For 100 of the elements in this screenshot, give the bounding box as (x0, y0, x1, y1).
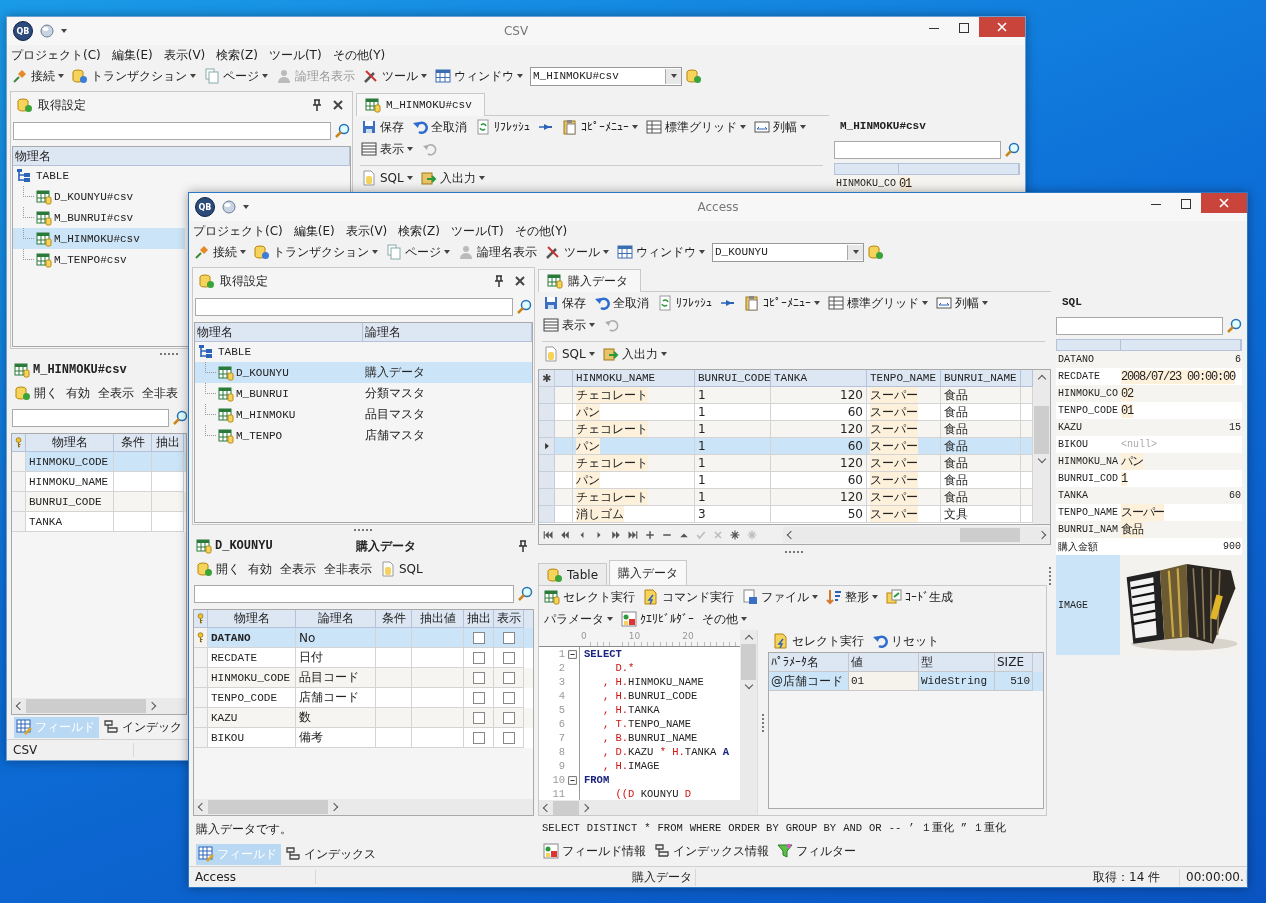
search-field[interactable] (834, 141, 1001, 159)
checkbox[interactable] (472, 711, 485, 724)
dropdown-button[interactable]: ツール (360, 65, 430, 87)
dropdown-button[interactable]: 列幅 (933, 292, 991, 314)
field-row[interactable]: TENPO_CODE 店舗コード (194, 688, 533, 708)
keyword-button[interactable]: AND (843, 822, 863, 834)
horizontal-scrollbar[interactable] (783, 526, 1050, 543)
property-row[interactable]: TENPO_CODE 01 (1056, 402, 1242, 419)
tree-node[interactable]: TABLE (36, 170, 69, 182)
dropdown-button[interactable]: 表示 (540, 314, 598, 336)
menu-item[interactable]: 表示(V) (163, 46, 206, 64)
tree-item[interactable]: M_BUNRUI#csv (13, 207, 185, 228)
checkbox[interactable] (472, 691, 485, 704)
dropdown-button[interactable]: ファイル (739, 586, 821, 608)
keyword-button[interactable]: -- (888, 822, 902, 834)
search-field[interactable] (195, 298, 513, 316)
editor-tab[interactable]: 購入データ (609, 560, 688, 585)
grid-row[interactable]: チェコレート 1 120 スーパー 食品 (539, 455, 1033, 472)
search-icon[interactable] (516, 299, 532, 315)
field-row[interactable]: BUNRUI_CODE (12, 492, 186, 512)
property-row[interactable]: BIKOU <null> (1056, 436, 1242, 453)
field-row[interactable]: KAZU 数 (194, 708, 533, 728)
window-combo[interactable]: D_KOUNYU (712, 242, 864, 262)
dropdown-button[interactable]: 入出力 (417, 167, 488, 189)
menu-item[interactable]: 編集(E) (293, 222, 335, 240)
horizontal-scrollbar[interactable] (12, 698, 186, 714)
document-tab[interactable]: 購入データ (538, 269, 641, 292)
toolbar-button[interactable]: ﾘﾌﾚｯｼｭ (472, 116, 533, 138)
toolbar-button[interactable]: フィールド情報 (540, 840, 649, 862)
property-row[interactable]: RECDATE 2008/07/23 00:00:00 (1056, 368, 1242, 385)
dropdown-button[interactable]: パラメータ (541, 608, 616, 630)
grid-row[interactable]: パン 1 60 スーパー 食品 (539, 472, 1033, 489)
vertical-scrollbar[interactable] (1033, 370, 1050, 524)
field-row[interactable]: BIKOU 備考 (194, 728, 533, 748)
code-editor[interactable]: 0 10 20 1 SELECT 2 D.* 3 , H.HINMOKU_NAME 4 , H.BUNRUI_CODE 5 , H.TANKA 6 , T.TENPO_NAME 7 , B.BUNRUI_NAME 8 , D.KAZU * H.TANKA A 9 , H.IMAGE 10 FROM 11 ((D KOUNYU D (539, 630, 758, 815)
menu-item[interactable]: プロジェクト(C) (11, 46, 101, 64)
grid-row[interactable]: チェコレート 1 120 スーパー 食品 (539, 387, 1033, 404)
checkbox[interactable] (472, 671, 485, 684)
dropdown-button[interactable]: 標準グリッド (643, 116, 749, 138)
toolbar-button[interactable]: 全非表 (139, 382, 181, 404)
property-row[interactable]: 購入金額 900 (1056, 538, 1242, 555)
tree-item[interactable]: M_BUNRUI 分類マスタ (195, 383, 532, 404)
dropdown-button[interactable]: ページ (201, 65, 271, 87)
toolbar-button[interactable]: ﾘﾌﾚｯｼｭ (654, 292, 715, 314)
menu-item[interactable]: 検索(Z) (398, 222, 440, 240)
dropdown-button[interactable]: 接続 (9, 65, 67, 87)
search-icon[interactable] (1226, 318, 1242, 334)
toolbar-button[interactable]: 全取消 (409, 116, 470, 138)
grid-row[interactable]: チェコレート 1 120 スーパー 食品 (539, 489, 1033, 506)
row-header[interactable] (539, 438, 555, 455)
dropdown-button[interactable]: SQL (540, 343, 598, 365)
dropdown-button[interactable]: ウィンドウ (614, 241, 708, 263)
toolbar-button[interactable]: インデックス情報 (651, 840, 772, 862)
toolbar-button[interactable]: ｸｴﾘﾋﾞﾙﾀﾞｰ (618, 608, 697, 630)
app-logo[interactable]: QB (13, 21, 33, 41)
checkbox[interactable] (502, 651, 515, 664)
toolbar-button[interactable]: 全取消 (591, 292, 652, 314)
menu-item[interactable]: ツール(T) (450, 222, 504, 240)
dropdown-button[interactable]: トランザクション (69, 65, 199, 87)
search-icon[interactable] (1004, 142, 1020, 158)
keyword-button[interactable]: DISTINCT (586, 822, 638, 834)
toolbar-button[interactable]: 全表示 (95, 382, 137, 404)
dropdown-button[interactable]: SQL (358, 167, 416, 189)
toolbar-button[interactable]: 論理名表示 (455, 241, 540, 263)
field-row[interactable]: TANKA (12, 512, 186, 532)
search-field[interactable] (13, 122, 331, 140)
checkbox[interactable] (502, 731, 515, 744)
dropdown-button[interactable]: 入出力 (599, 343, 670, 365)
tree-item[interactable]: M_HINMOKU#csv (13, 228, 185, 249)
search-field[interactable] (12, 409, 169, 427)
grid-row[interactable]: パン 1 60 スーパー 食品 (539, 404, 1033, 421)
keyword-button[interactable]: ’ １重化 (908, 821, 954, 835)
panel-tab[interactable]: インデックス (283, 843, 380, 865)
database-icon[interactable] (868, 244, 884, 260)
panel-tab[interactable]: インデック (101, 716, 186, 738)
column-header[interactable]: 物理名 (13, 147, 350, 165)
field-row[interactable]: DATANO No (194, 628, 533, 648)
toolbar-button[interactable]: 開く (194, 558, 243, 580)
field-row[interactable]: HINMOKU_CODE 品目コード (194, 668, 533, 688)
toolbar-button[interactable]: 全表示 (277, 558, 319, 580)
toolbar-button[interactable]: セレクト実行 (541, 586, 638, 608)
search-icon[interactable] (172, 410, 188, 426)
tree-item[interactable]: M_TENPO 店舗マスタ (195, 425, 532, 446)
toolbar-button[interactable]: 有効 (63, 382, 93, 404)
first-record-button[interactable] (542, 528, 554, 541)
search-field[interactable] (1056, 317, 1223, 335)
horizontal-scrollbar[interactable] (539, 800, 740, 815)
dropdown-button[interactable]: ページ (383, 241, 453, 263)
property-row[interactable]: TENPO_NAME スーパー (1056, 504, 1242, 521)
search-icon[interactable] (517, 586, 533, 602)
field-row[interactable]: RECDATE 日付 (194, 648, 533, 668)
tree-item[interactable]: M_HINMOKU 品目マスタ (195, 404, 532, 425)
search-field[interactable] (194, 585, 514, 603)
sphere-icon[interactable] (39, 23, 55, 39)
dropdown-button[interactable]: ｺﾋﾟｰﾒﾆｭｰ (741, 292, 823, 314)
insert-button[interactable] (644, 528, 656, 541)
checkbox[interactable] (472, 651, 485, 664)
horizontal-scrollbar[interactable] (194, 799, 533, 815)
checkbox[interactable] (472, 631, 485, 644)
toolbar-button[interactable]: SQL (377, 558, 426, 580)
